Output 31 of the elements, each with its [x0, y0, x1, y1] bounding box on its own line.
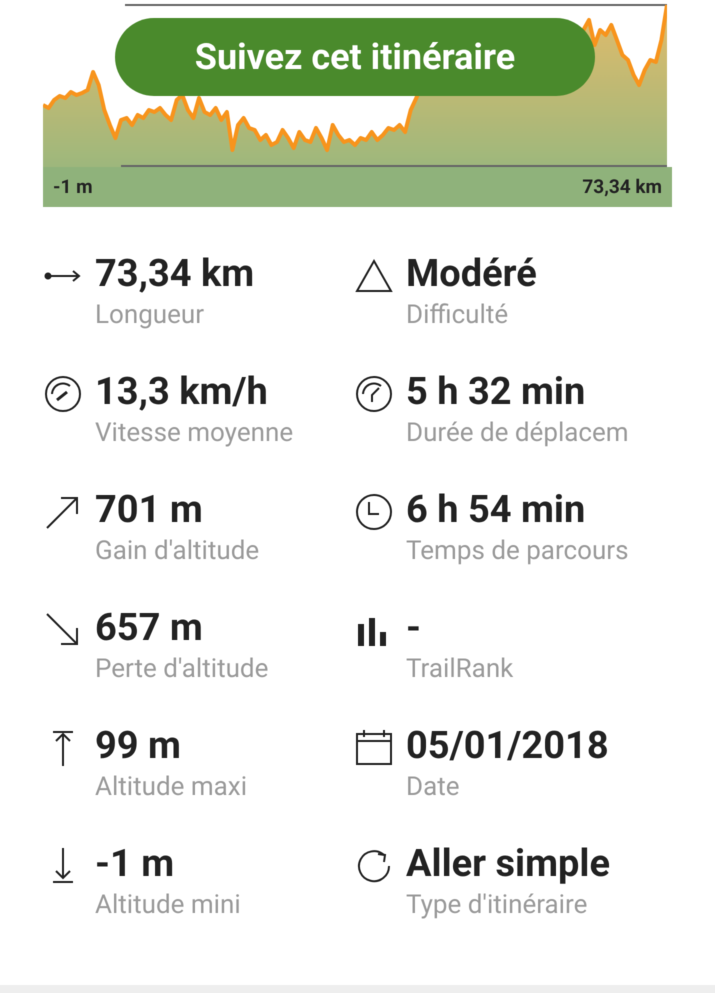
- stat-value: 05/01/2018: [406, 723, 609, 769]
- stat-value: 657 m: [95, 605, 204, 651]
- stat-label: Difficulté: [406, 299, 510, 332]
- stat-label: Temps de parcours: [406, 535, 629, 568]
- distance-label: 73,34 km: [582, 174, 662, 200]
- min-altitude-label: -1 m: [53, 174, 93, 200]
- stat-value: 701 m: [95, 487, 204, 533]
- stat-value: 99 m: [95, 723, 182, 769]
- stat-value: 6 h 54 min: [406, 487, 586, 533]
- stat-value: 5 h 32 min: [406, 369, 586, 415]
- stat-label: Type d'itinéraire: [406, 889, 588, 922]
- stat-label: Perte d'altitude: [95, 653, 268, 686]
- stat-value: Modéré: [406, 251, 537, 297]
- gauge-icon: [354, 374, 394, 414]
- stat-label: TrailRank: [406, 653, 514, 686]
- stat-label: Gain d'altitude: [95, 535, 260, 568]
- clock-icon: [354, 492, 394, 532]
- stat-label: Altitude maxi: [95, 771, 248, 804]
- stat-value: 73,34 km: [95, 251, 254, 297]
- stat-label: Durée de déplacem: [406, 417, 629, 450]
- stat-label: Altitude mini: [95, 889, 241, 922]
- stat-label: Longueur: [95, 299, 206, 332]
- gauge-icon: [43, 374, 83, 414]
- stat-value: -1 m: [95, 841, 176, 887]
- follow-route-button[interactable]: Suivez cet itinéraire: [115, 18, 595, 96]
- stat-value: -: [406, 605, 422, 651]
- stat-value: 13,3 km/h: [95, 369, 269, 415]
- stat-label: Vitesse moyenne: [95, 417, 294, 450]
- stat-value: Aller simple: [406, 841, 610, 887]
- stat-label: Date: [406, 771, 460, 804]
- calendar-icon: [354, 728, 394, 768]
